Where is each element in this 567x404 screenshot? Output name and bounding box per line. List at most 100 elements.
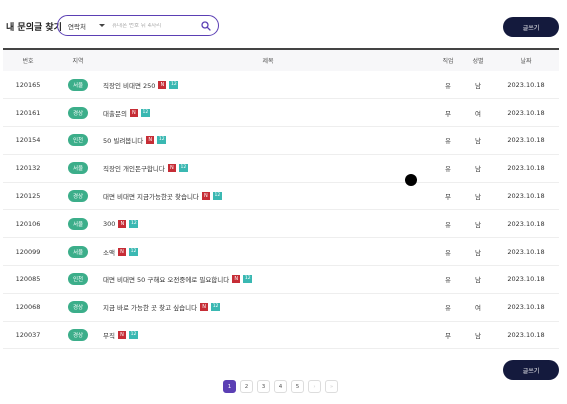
page-button-3[interactable]: 3 — [257, 380, 270, 393]
row-title[interactable]: 직장인 비대면 250 — [103, 82, 155, 90]
row-job: 유 — [445, 304, 451, 313]
row-date: 2023.10.18 — [507, 275, 545, 284]
region-badge: 서울 — [68, 245, 88, 258]
count-badge: 12 — [178, 164, 188, 173]
row-gender: 남 — [475, 81, 481, 90]
pagination: 1 2 3 4 5 › » — [223, 380, 338, 393]
title-cell[interactable]: 직장인 개인돈구합니다 N 12 — [103, 154, 433, 182]
page-button-4[interactable]: 4 — [274, 380, 287, 393]
row-gender: 남 — [475, 165, 481, 174]
table-row[interactable]: 120106 서울 300 N 12 유 남 2023.10.18 — [3, 210, 559, 238]
row-title[interactable]: 대면 비대면 지금가능한곳 찾습니다 — [103, 193, 199, 201]
row-number: 120132 — [15, 164, 41, 173]
table-row[interactable]: 120085 인천 대면 비대면 50 구해요 오전중에로 필요합니다 N 12 유 남 20… — [3, 266, 559, 294]
region-cell: 인천 — [53, 266, 103, 294]
region-badge: 경상 — [68, 301, 88, 314]
inquiry-table: 번호 지역 제목 직업 성별 날짜 120165 서울 직장인 비대면 250 N 12… — [3, 48, 559, 349]
row-title[interactable]: 50 빌려봅니다 — [103, 137, 143, 145]
table-row[interactable]: 120165 서울 직장인 비대면 250 N 12 유 남 2023.10.18 — [3, 71, 559, 99]
table-row[interactable]: 120154 인천 50 빌려봅니다 N 12 유 남 2023.10.18 — [3, 127, 559, 155]
title-cell[interactable]: 소액 N 12 — [103, 238, 433, 266]
row-job: 유 — [445, 81, 451, 90]
title-cell[interactable]: 대출문의 N 12 — [103, 99, 433, 127]
table-row[interactable]: 120068 경상 지금 바로 가능한 곳 찾고 싶습니다 N 12 유 여 2023.10.… — [3, 293, 559, 322]
row-title[interactable]: 지금 바로 가능한 곳 찾고 싶습니다 — [103, 304, 197, 312]
write-button[interactable]: 글쓰기 — [503, 17, 559, 37]
page-button-5[interactable]: 5 — [291, 380, 304, 393]
row-gender: 여 — [475, 109, 481, 118]
column-header-gender: 성별 — [472, 58, 484, 65]
region-badge: 서울 — [68, 217, 88, 230]
title-cell[interactable]: 직장인 비대면 250 N 12 — [103, 71, 433, 99]
table-row[interactable]: 120161 경상 대출문의 N 12 무 여 2023.10.18 — [3, 99, 559, 127]
region-cell: 경상 — [53, 293, 103, 321]
count-badge: 12 — [212, 192, 222, 201]
title-cell[interactable]: 대면 비대면 지금가능한곳 찾습니다 N 12 — [103, 182, 433, 210]
new-badge: N — [232, 275, 241, 284]
region-cell: 서울 — [53, 71, 103, 99]
row-job: 유 — [445, 276, 451, 285]
row-date: 2023.10.18 — [507, 108, 545, 117]
count-badge: 12 — [128, 247, 138, 256]
new-badge: N — [167, 164, 176, 173]
row-title[interactable]: 소액 — [103, 249, 115, 257]
last-page-button[interactable]: » — [325, 380, 338, 393]
region-cell: 서울 — [53, 210, 103, 238]
count-badge: 12 — [157, 136, 167, 145]
row-job: 유 — [445, 248, 451, 257]
table-row[interactable]: 120099 서울 소액 N 12 유 남 2023.10.18 — [3, 238, 559, 266]
search-icon[interactable] — [201, 21, 211, 31]
region-cell: 서울 — [53, 238, 103, 266]
region-badge: 인천 — [68, 134, 88, 147]
new-badge: N — [146, 136, 155, 145]
row-title[interactable]: 대면 비대면 50 구해요 오전중에로 필요합니다 — [103, 276, 229, 284]
table-row[interactable]: 120037 경상 무직 N 12 무 남 2023.10.18 — [3, 321, 559, 349]
row-title[interactable]: 직장인 개인돈구합니다 — [103, 165, 165, 173]
row-job: 무 — [445, 109, 451, 118]
new-badge: N — [200, 303, 209, 312]
column-header-title: 제목 — [262, 58, 274, 65]
row-title[interactable]: 대출문의 — [103, 110, 127, 118]
row-date: 2023.10.18 — [507, 331, 545, 340]
row-gender: 남 — [475, 193, 481, 202]
region-cell: 서울 — [53, 154, 103, 182]
table-row[interactable]: 120132 서울 직장인 개인돈구합니다 N 12 유 남 2023.10.18 — [3, 154, 559, 183]
row-job: 무 — [445, 332, 451, 341]
new-badge: N — [201, 192, 210, 201]
row-number: 120154 — [15, 136, 41, 145]
row-number: 120085 — [15, 275, 41, 284]
new-badge: N — [118, 219, 127, 228]
new-badge: N — [158, 80, 167, 89]
title-cell[interactable]: 50 빌려봅니다 N 12 — [103, 127, 433, 155]
table-row[interactable]: 120125 경상 대면 비대면 지금가능한곳 찾습니다 N 12 무 남 2023.10.1… — [3, 182, 559, 210]
row-number: 120125 — [15, 192, 41, 201]
row-gender: 남 — [475, 276, 481, 285]
row-title[interactable]: 300 — [103, 220, 115, 228]
row-title[interactable]: 무직 — [103, 332, 115, 340]
region-badge: 경상 — [68, 106, 88, 119]
region-badge: 인천 — [68, 273, 88, 286]
row-number: 120106 — [15, 219, 41, 228]
title-cell[interactable]: 300 N 12 — [103, 210, 433, 238]
write-button-bottom[interactable]: 글쓰기 — [503, 360, 559, 380]
top-bar: 내 문의글 찾기 연락처 글쓰기 — [0, 0, 567, 46]
row-gender: 여 — [475, 304, 481, 313]
row-gender: 남 — [475, 332, 481, 341]
page-button-1[interactable]: 1 — [223, 380, 236, 393]
next-page-button[interactable]: › — [308, 380, 321, 393]
row-date: 2023.10.18 — [507, 164, 545, 173]
region-cell: 경상 — [53, 321, 103, 349]
title-cell[interactable]: 지금 바로 가능한 곳 찾고 싶습니다 N 12 — [103, 293, 433, 321]
title-cell[interactable]: 무직 N 12 — [103, 321, 433, 349]
page-button-2[interactable]: 2 — [240, 380, 253, 393]
row-date: 2023.10.18 — [507, 247, 545, 256]
page-title: 내 문의글 찾기 — [6, 23, 62, 33]
search-input[interactable] — [112, 22, 204, 29]
column-header-number: 번호 — [22, 58, 34, 65]
region-badge: 경상 — [68, 329, 88, 342]
search-type-select[interactable]: 연락처 — [68, 21, 96, 31]
chevron-down-icon[interactable] — [99, 24, 105, 27]
row-gender: 남 — [475, 248, 481, 257]
title-cell[interactable]: 대면 비대면 50 구해요 오전중에로 필요합니다 N 12 — [103, 266, 433, 294]
count-badge: 12 — [169, 80, 179, 89]
